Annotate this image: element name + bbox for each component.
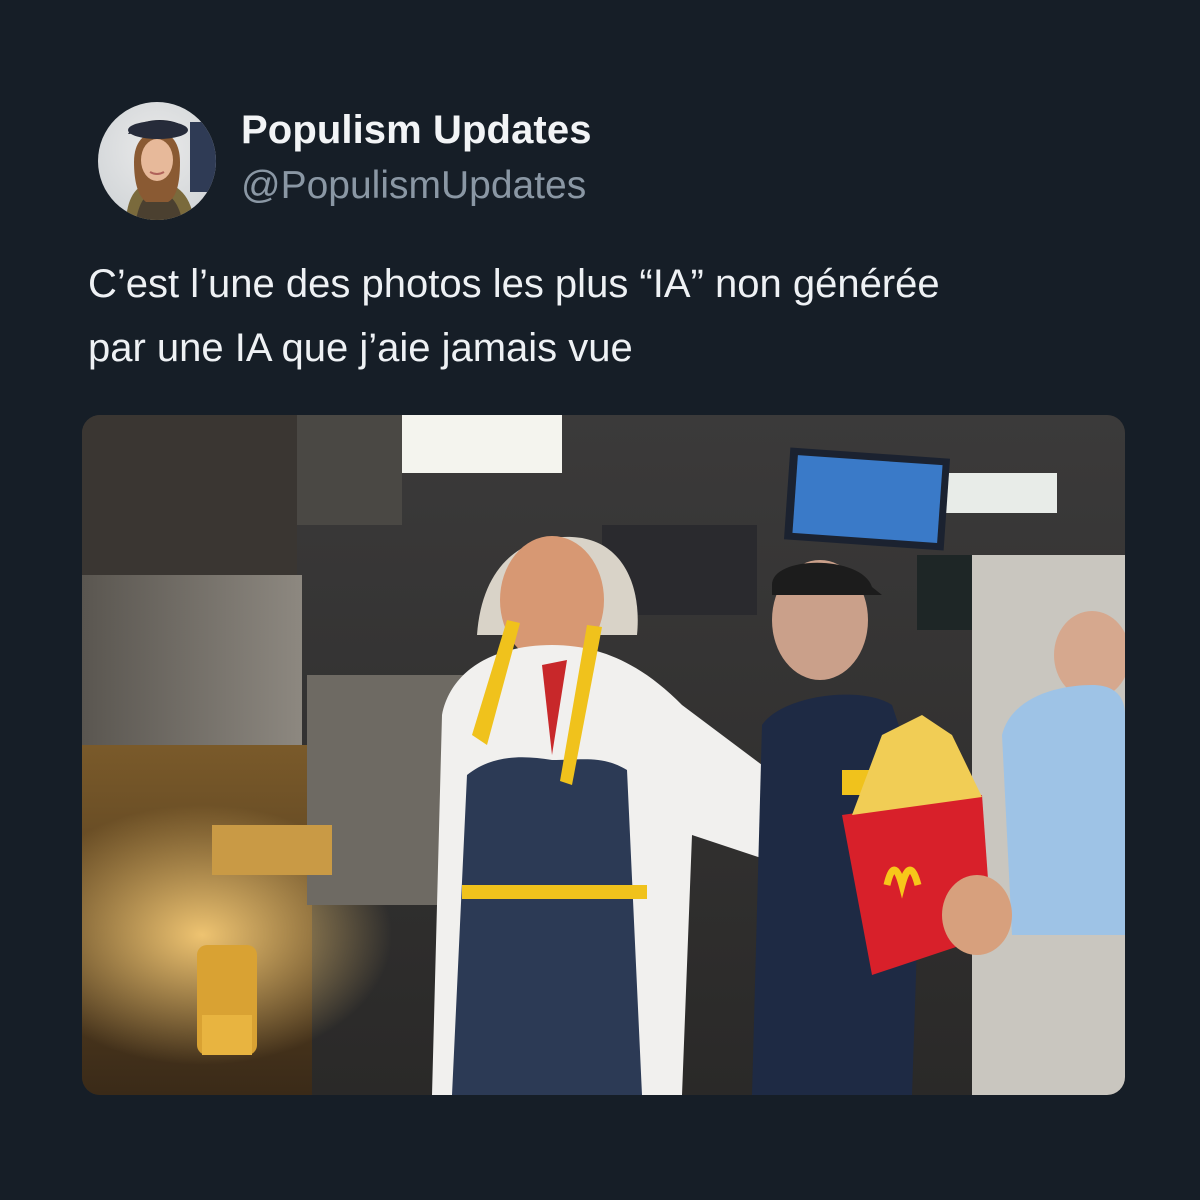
- tweet-text-line: par une IA que j’aie jamais vue: [88, 326, 633, 370]
- author-display-name[interactable]: Populism Updates: [241, 106, 592, 154]
- avatar[interactable]: [98, 102, 216, 220]
- avatar-photo: [98, 102, 216, 220]
- photo-icon: [82, 415, 1125, 1095]
- tweet-card: Populism Updates @PopulismUpdates C’est …: [0, 0, 1200, 1200]
- tweet-media-photo[interactable]: [82, 415, 1125, 1095]
- author-handle[interactable]: @PopulismUpdates: [241, 162, 592, 210]
- author-block: Populism Updates @PopulismUpdates: [241, 106, 592, 210]
- tweet-text: C’est l’une des photos les plus “IA” non…: [88, 252, 1128, 380]
- tweet-text-line: C’est l’une des photos les plus “IA” non…: [88, 262, 940, 306]
